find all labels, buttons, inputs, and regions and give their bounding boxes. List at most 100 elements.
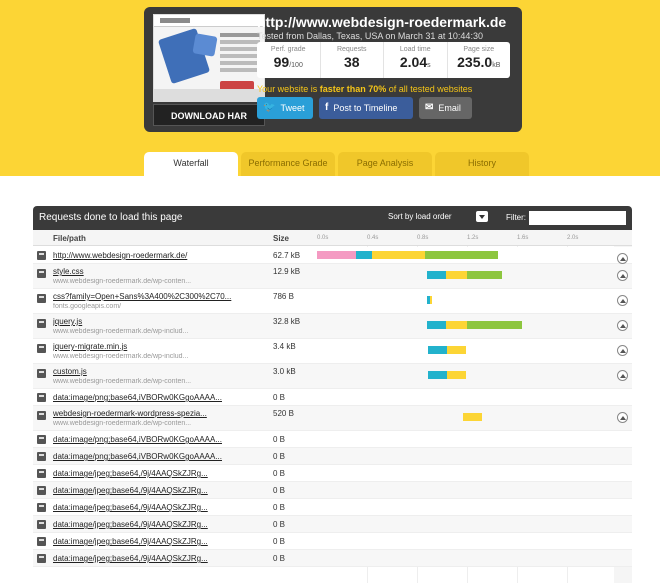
- download-har-button[interactable]: DOWNLOAD HAR: [153, 104, 265, 126]
- request-row[interactable]: data:image/png;base64,iVBORw0KGgoAAAA...…: [33, 389, 632, 406]
- expand-row-icon[interactable]: [617, 412, 628, 423]
- request-size: 32.8 kB: [273, 317, 301, 326]
- waterfall-bar-receive: [467, 321, 522, 329]
- request-file-name[interactable]: custom.js: [53, 367, 258, 376]
- request-row[interactable]: data:image/jpeg;base64,/9j/4AAQSkZJRg...…: [33, 533, 632, 550]
- metric-value: 2.04s: [399, 54, 431, 70]
- request-file-name[interactable]: style.css: [53, 267, 258, 276]
- request-file-name[interactable]: webdesign-roedermark-wordpress-spezia...: [53, 409, 258, 418]
- request-file-name[interactable]: data:image/png;base64,iVBORw0KGgoAAAA...: [53, 435, 258, 444]
- waterfall-bar-connect: [355, 251, 372, 259]
- filter-label: Filter:: [506, 213, 526, 222]
- request-file-name[interactable]: data:image/png;base64,iVBORw0KGgoAAAA...: [53, 452, 258, 461]
- sort-label: Sort by load order: [388, 212, 452, 221]
- tweet-button[interactable]: 🐦 Tweet: [257, 97, 313, 119]
- image-icon: [37, 503, 46, 512]
- waterfall-bar-wait: [372, 251, 425, 259]
- metric-page-size: Page size 235.0kB: [448, 42, 511, 78]
- tab-performance-grade[interactable]: Performance Grade: [241, 152, 335, 176]
- metric-requests: Requests 38: [321, 42, 384, 78]
- request-size: 0 B: [273, 393, 286, 402]
- request-row[interactable]: http://www.webdesign-roedermark.de/62.7 …: [33, 247, 632, 264]
- image-icon: [37, 469, 46, 478]
- metric-label: Perf. grade: [270, 46, 306, 53]
- request-file-path: www.webdesign-roedermark.de/wp-includ...: [53, 353, 189, 360]
- request-size: 786 B: [273, 292, 294, 301]
- request-file-name[interactable]: jquery.js: [53, 317, 258, 326]
- request-file-path: www.webdesign-roedermark.de/wp-conten...: [53, 278, 192, 285]
- request-size: 0 B: [273, 554, 286, 563]
- filter-input[interactable]: [529, 211, 626, 225]
- request-row[interactable]: data:image/png;base64,iVBORw0KGgoAAAA...…: [33, 448, 632, 465]
- request-row[interactable]: css?family=Open+Sans%3A400%2C300%2C70...…: [33, 289, 632, 314]
- request-file-path: www.webdesign-roedermark.de/wp-conten...: [53, 420, 192, 427]
- image-icon: [37, 520, 46, 529]
- waterfall-bar-wait: [429, 296, 432, 304]
- request-file-path: fonts.googleapis.com/: [53, 303, 122, 310]
- request-row[interactable]: data:image/png;base64,iVBORw0KGgoAAAA...…: [33, 431, 632, 448]
- metric-label: Load time: [399, 46, 431, 53]
- expand-row-icon[interactable]: [617, 345, 628, 356]
- post-to-timeline-button[interactable]: f Post to Timeline: [319, 97, 413, 119]
- expand-row-icon[interactable]: [617, 370, 628, 381]
- test-info: Tested from Dallas, Texas, USA on March …: [257, 31, 483, 41]
- image-icon: [37, 452, 46, 461]
- summary-card: DOWNLOAD HAR http://www.webdesign-roeder…: [144, 7, 522, 132]
- tab-history[interactable]: History: [435, 152, 529, 176]
- request-row[interactable]: webdesign-roedermark-wordpress-spezia...…: [33, 406, 632, 431]
- request-row[interactable]: jquery.js www.webdesign-roedermark.de/wp-…: [33, 314, 632, 339]
- waterfall-timeline: [317, 314, 613, 338]
- request-file-name[interactable]: data:image/png;base64,iVBORw0KGgoAAAA...: [53, 393, 258, 402]
- column-header: File/path Size 0.0s 0.4s 0.8s 1.2s 1.6s …: [33, 230, 632, 246]
- waterfall-bar-connect: [428, 371, 447, 379]
- time-tick: 1.6s: [517, 235, 529, 241]
- expand-row-icon[interactable]: [617, 295, 628, 306]
- metric-value: 235.0kB: [457, 54, 501, 70]
- css-icon: [37, 269, 46, 278]
- share-buttons: 🐦 Tweet f Post to Timeline ✉ Email: [257, 97, 472, 119]
- request-file-name[interactable]: data:image/jpeg;base64,/9j/4AAQSkZJRg...: [53, 486, 258, 495]
- panel-title: Requests done to load this page: [39, 212, 183, 223]
- request-row[interactable]: data:image/jpeg;base64,/9j/4AAQSkZJRg...…: [33, 499, 632, 516]
- request-file-name[interactable]: jquery-migrate.min.js: [53, 342, 258, 351]
- request-file-name[interactable]: css?family=Open+Sans%3A400%2C300%2C70...: [53, 292, 258, 301]
- expand-row-icon[interactable]: [617, 253, 628, 264]
- image-icon: [37, 435, 46, 444]
- request-row[interactable]: data:image/jpeg;base64,/9j/4AAQSkZJRg...…: [33, 516, 632, 533]
- request-file-name[interactable]: data:image/jpeg;base64,/9j/4AAQSkZJRg...: [53, 503, 258, 512]
- waterfall-bar-connect: [427, 321, 446, 329]
- request-row[interactable]: data:image/jpeg;base64,/9j/4AAQSkZJRg...…: [33, 465, 632, 482]
- waterfall-timeline: [317, 516, 613, 532]
- waterfall-bar-receive: [424, 251, 499, 259]
- request-row[interactable]: jquery-migrate.min.js www.webdesign-roede…: [33, 339, 632, 364]
- request-row[interactable]: data:image/jpeg;base64,/9j/4AAQSkZJRg...…: [33, 482, 632, 499]
- waterfall-timeline: [317, 482, 613, 498]
- metric-label: Requests: [336, 46, 367, 53]
- request-size: 0 B: [273, 520, 286, 529]
- waterfall-timeline: [317, 364, 613, 388]
- waterfall-timeline: [317, 465, 613, 481]
- request-file-name[interactable]: data:image/jpeg;base64,/9j/4AAQSkZJRg...: [53, 554, 258, 563]
- expand-row-icon[interactable]: [617, 270, 628, 281]
- request-file-name[interactable]: data:image/jpeg;base64,/9j/4AAQSkZJRg...: [53, 469, 258, 478]
- request-row[interactable]: data:image/jpeg;base64,/9j/4AAQSkZJRg...…: [33, 550, 632, 567]
- tab-page-analysis[interactable]: Page Analysis: [338, 152, 432, 176]
- waterfall-timeline: [317, 247, 613, 263]
- tab-waterfall[interactable]: Waterfall: [144, 152, 238, 176]
- request-file-name[interactable]: http://www.webdesign-roedermark.de/: [53, 251, 258, 260]
- request-row[interactable]: custom.js www.webdesign-roedermark.de/wp-…: [33, 364, 632, 389]
- image-icon: [37, 393, 46, 402]
- request-file-name[interactable]: data:image/jpeg;base64,/9j/4AAQSkZJRg...: [53, 537, 258, 546]
- waterfall-bar-wait: [463, 413, 482, 421]
- waterfall-bar-wait: [447, 371, 466, 379]
- expand-row-icon[interactable]: [617, 320, 628, 331]
- waterfall-bar-wait: [447, 346, 466, 354]
- request-file-name[interactable]: data:image/jpeg;base64,/9j/4AAQSkZJRg...: [53, 520, 258, 529]
- request-size: 12.9 kB: [273, 267, 301, 276]
- waterfall-bar-wait: [445, 271, 467, 279]
- request-size: 0 B: [273, 469, 286, 478]
- email-button[interactable]: ✉ Email: [419, 97, 472, 119]
- sort-dropdown[interactable]: [476, 211, 488, 222]
- request-row[interactable]: style.css www.webdesign-roedermark.de/wp-…: [33, 264, 632, 289]
- js-icon: [37, 344, 46, 353]
